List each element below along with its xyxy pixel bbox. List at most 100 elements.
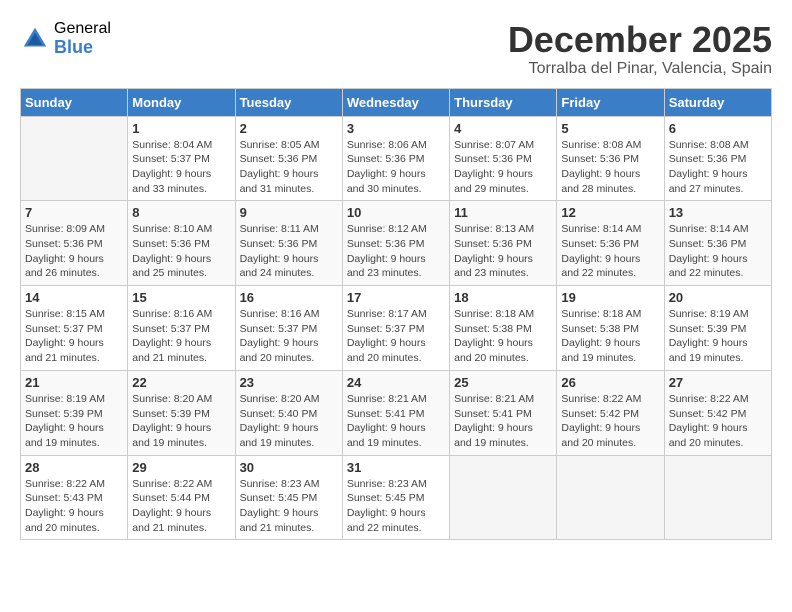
weekday-header-sunday: Sunday [21, 88, 128, 116]
day-info: Sunrise: 8:15 AMSunset: 5:37 PMDaylight:… [25, 307, 123, 366]
calendar-cell: 13 Sunrise: 8:14 AMSunset: 5:36 PMDayligh… [664, 201, 771, 286]
calendar-cell: 10 Sunrise: 8:12 AMSunset: 5:36 PMDayligh… [342, 201, 449, 286]
calendar-cell: 8 Sunrise: 8:10 AMSunset: 5:36 PMDaylight… [128, 201, 235, 286]
day-info: Sunrise: 8:16 AMSunset: 5:37 PMDaylight:… [240, 307, 338, 366]
day-info: Sunrise: 8:22 AMSunset: 5:42 PMDaylight:… [669, 392, 767, 451]
day-info: Sunrise: 8:10 AMSunset: 5:36 PMDaylight:… [132, 222, 230, 281]
day-number: 1 [132, 121, 230, 136]
weekday-header-monday: Monday [128, 88, 235, 116]
day-number: 12 [561, 205, 659, 220]
day-number: 24 [347, 375, 445, 390]
calendar-cell: 27 Sunrise: 8:22 AMSunset: 5:42 PMDayligh… [664, 370, 771, 455]
day-number: 3 [347, 121, 445, 136]
day-info: Sunrise: 8:12 AMSunset: 5:36 PMDaylight:… [347, 222, 445, 281]
day-info: Sunrise: 8:13 AMSunset: 5:36 PMDaylight:… [454, 222, 552, 281]
weekday-header-saturday: Saturday [664, 88, 771, 116]
day-number: 16 [240, 290, 338, 305]
day-info: Sunrise: 8:22 AMSunset: 5:44 PMDaylight:… [132, 477, 230, 536]
weekday-header-row: SundayMondayTuesdayWednesdayThursdayFrid… [21, 88, 772, 116]
month-title: December 2025 [508, 20, 772, 60]
day-info: Sunrise: 8:19 AMSunset: 5:39 PMDaylight:… [669, 307, 767, 366]
day-info: Sunrise: 8:22 AMSunset: 5:42 PMDaylight:… [561, 392, 659, 451]
calendar-cell: 24Sunrise: 8:21 AMSunset: 5:41 PMDayligh… [342, 370, 449, 455]
calendar-cell: 25Sunrise: 8:21 AMSunset: 5:41 PMDayligh… [450, 370, 557, 455]
calendar-cell [557, 455, 664, 540]
day-info: Sunrise: 8:11 AMSunset: 5:36 PMDaylight:… [240, 222, 338, 281]
calendar-cell: 21Sunrise: 8:19 AMSunset: 5:39 PMDayligh… [21, 370, 128, 455]
week-row-1: 1 Sunrise: 8:04 AMSunset: 5:37 PMDaylight… [21, 116, 772, 201]
day-info: Sunrise: 8:14 AMSunset: 5:36 PMDaylight:… [561, 222, 659, 281]
day-number: 30 [240, 460, 338, 475]
calendar-cell: 30 Sunrise: 8:23 AMSunset: 5:45 PMDayligh… [235, 455, 342, 540]
day-number: 26 [561, 375, 659, 390]
title-block: December 2025 Torralba del Pinar, Valenc… [508, 20, 772, 78]
weekday-header-wednesday: Wednesday [342, 88, 449, 116]
logo-general: General [54, 20, 111, 38]
day-number: 18 [454, 290, 552, 305]
day-info: Sunrise: 8:18 AMSunset: 5:38 PMDaylight:… [454, 307, 552, 366]
day-number: 14 [25, 290, 123, 305]
day-number: 2 [240, 121, 338, 136]
weekday-header-friday: Friday [557, 88, 664, 116]
calendar-table: SundayMondayTuesdayWednesdayThursdayFrid… [20, 88, 772, 541]
calendar-cell: 5Sunrise: 8:08 AMSunset: 5:36 PMDaylight… [557, 116, 664, 201]
location: Torralba del Pinar, Valencia, Spain [508, 60, 772, 78]
day-number: 8 [132, 205, 230, 220]
week-row-3: 14 Sunrise: 8:15 AMSunset: 5:37 PMDayligh… [21, 286, 772, 371]
calendar-cell: 28Sunrise: 8:22 AMSunset: 5:43 PMDayligh… [21, 455, 128, 540]
calendar-cell: 14 Sunrise: 8:15 AMSunset: 5:37 PMDayligh… [21, 286, 128, 371]
day-number: 4 [454, 121, 552, 136]
day-info: Sunrise: 8:04 AMSunset: 5:37 PMDaylight:… [132, 138, 230, 197]
calendar-cell: 16 Sunrise: 8:16 AMSunset: 5:37 PMDayligh… [235, 286, 342, 371]
calendar-cell: 23 Sunrise: 8:20 AMSunset: 5:40 PMDayligh… [235, 370, 342, 455]
calendar-cell: 19 Sunrise: 8:18 AMSunset: 5:38 PMDayligh… [557, 286, 664, 371]
day-number: 19 [561, 290, 659, 305]
day-number: 27 [669, 375, 767, 390]
day-info: Sunrise: 8:08 AMSunset: 5:36 PMDaylight:… [669, 138, 767, 197]
calendar-cell: 20 Sunrise: 8:19 AMSunset: 5:39 PMDayligh… [664, 286, 771, 371]
day-number: 20 [669, 290, 767, 305]
calendar-cell: 15Sunrise: 8:16 AMSunset: 5:37 PMDayligh… [128, 286, 235, 371]
day-info: Sunrise: 8:06 AMSunset: 5:36 PMDaylight:… [347, 138, 445, 197]
day-info: Sunrise: 8:19 AMSunset: 5:39 PMDaylight:… [25, 392, 123, 451]
logo-blue: Blue [54, 38, 111, 58]
day-number: 11 [454, 205, 552, 220]
page-header: General Blue December 2025 Torralba del … [20, 20, 772, 78]
day-info: Sunrise: 8:22 AMSunset: 5:43 PMDaylight:… [25, 477, 123, 536]
day-info: Sunrise: 8:14 AMSunset: 5:36 PMDaylight:… [669, 222, 767, 281]
day-number: 6 [669, 121, 767, 136]
calendar-cell: 31 Sunrise: 8:23 AMSunset: 5:45 PMDayligh… [342, 455, 449, 540]
day-info: Sunrise: 8:09 AMSunset: 5:36 PMDaylight:… [25, 222, 123, 281]
weekday-header-tuesday: Tuesday [235, 88, 342, 116]
calendar-cell: 2 Sunrise: 8:05 AMSunset: 5:36 PMDaylight… [235, 116, 342, 201]
calendar-cell [21, 116, 128, 201]
day-number: 10 [347, 205, 445, 220]
day-number: 15 [132, 290, 230, 305]
day-info: Sunrise: 8:18 AMSunset: 5:38 PMDaylight:… [561, 307, 659, 366]
weekday-header-thursday: Thursday [450, 88, 557, 116]
calendar-cell: 7Sunrise: 8:09 AMSunset: 5:36 PMDaylight… [21, 201, 128, 286]
calendar-cell: 17Sunrise: 8:17 AMSunset: 5:37 PMDayligh… [342, 286, 449, 371]
day-number: 31 [347, 460, 445, 475]
day-info: Sunrise: 8:08 AMSunset: 5:36 PMDaylight:… [561, 138, 659, 197]
calendar-cell: 1 Sunrise: 8:04 AMSunset: 5:37 PMDaylight… [128, 116, 235, 201]
day-info: Sunrise: 8:17 AMSunset: 5:37 PMDaylight:… [347, 307, 445, 366]
day-info: Sunrise: 8:23 AMSunset: 5:45 PMDaylight:… [347, 477, 445, 536]
day-number: 13 [669, 205, 767, 220]
calendar-cell: 18 Sunrise: 8:18 AMSunset: 5:38 PMDayligh… [450, 286, 557, 371]
day-number: 22 [132, 375, 230, 390]
calendar-cell: 4 Sunrise: 8:07 AMSunset: 5:36 PMDaylight… [450, 116, 557, 201]
day-number: 29 [132, 460, 230, 475]
logo-text: General Blue [54, 20, 111, 57]
day-info: Sunrise: 8:05 AMSunset: 5:36 PMDaylight:… [240, 138, 338, 197]
logo: General Blue [20, 20, 111, 57]
day-info: Sunrise: 8:07 AMSunset: 5:36 PMDaylight:… [454, 138, 552, 197]
week-row-4: 21Sunrise: 8:19 AMSunset: 5:39 PMDayligh… [21, 370, 772, 455]
day-info: Sunrise: 8:20 AMSunset: 5:40 PMDaylight:… [240, 392, 338, 451]
calendar-cell: 26 Sunrise: 8:22 AMSunset: 5:42 PMDayligh… [557, 370, 664, 455]
day-number: 25 [454, 375, 552, 390]
day-info: Sunrise: 8:23 AMSunset: 5:45 PMDaylight:… [240, 477, 338, 536]
calendar-cell: 3 Sunrise: 8:06 AMSunset: 5:36 PMDaylight… [342, 116, 449, 201]
calendar-cell [664, 455, 771, 540]
day-number: 23 [240, 375, 338, 390]
